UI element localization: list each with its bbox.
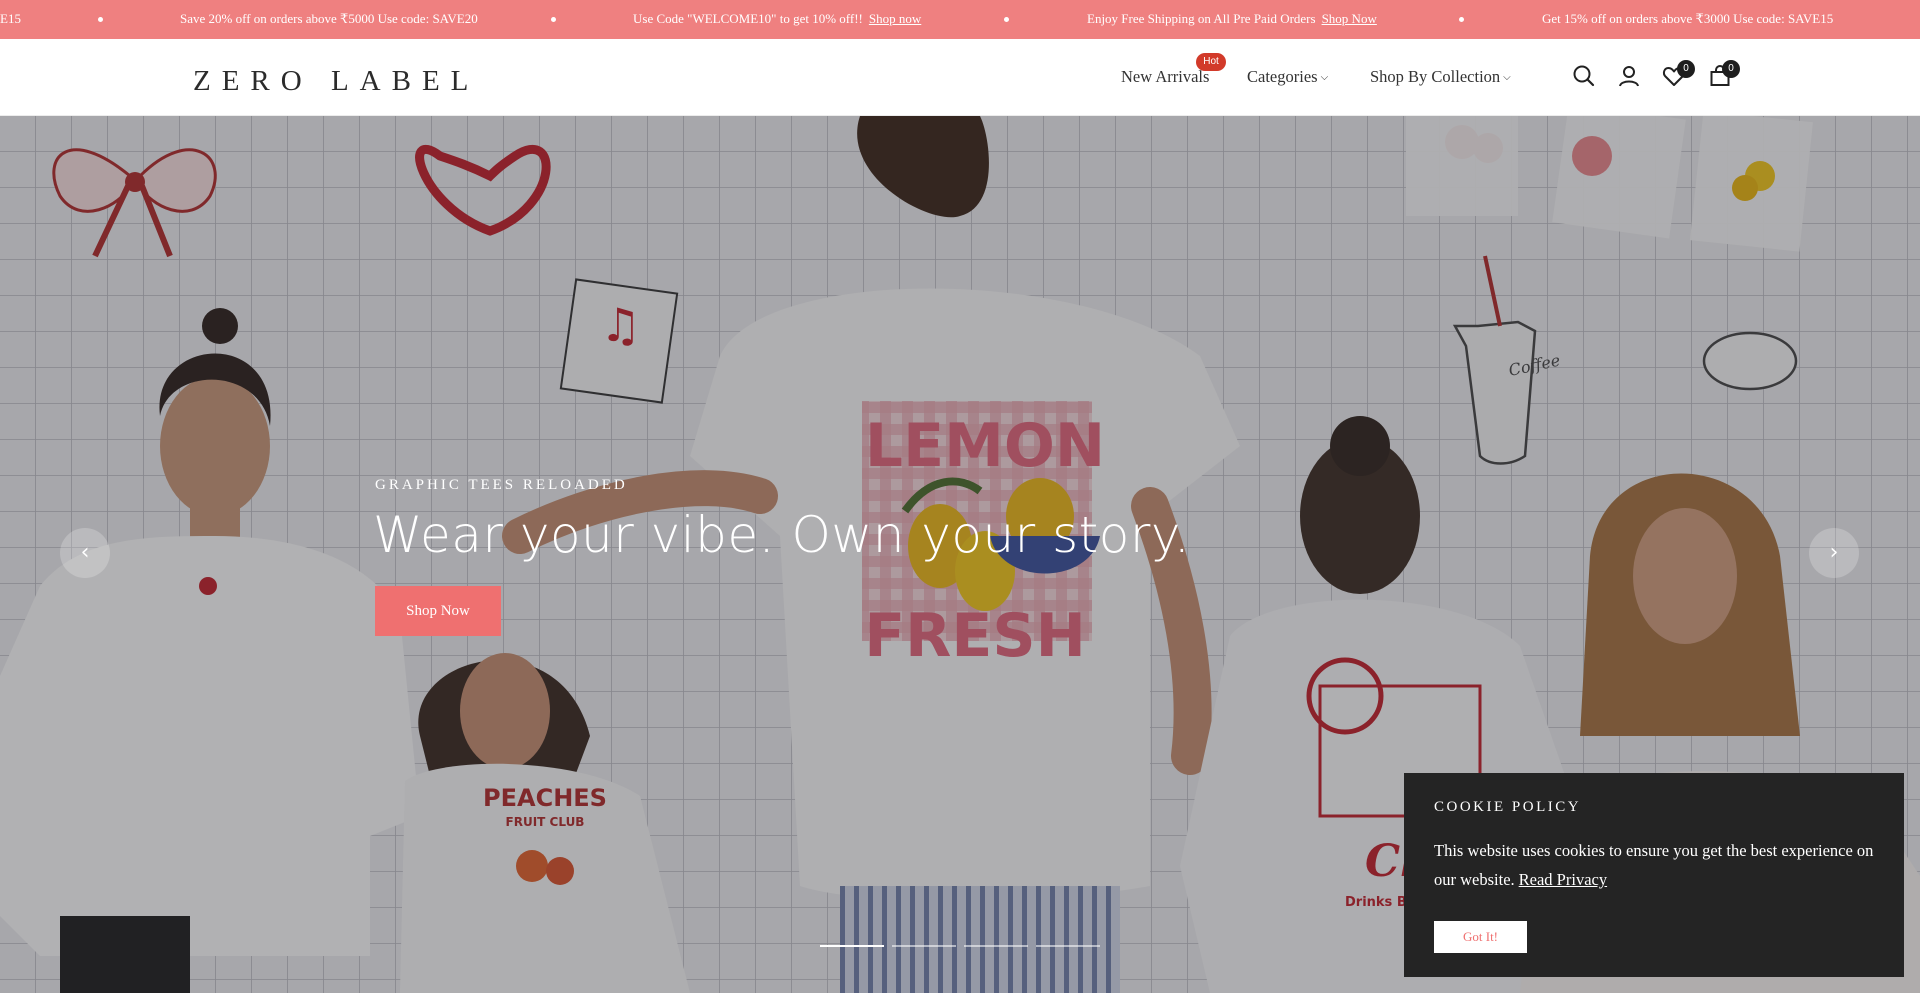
search-icon[interactable] (1571, 63, 1597, 89)
separator-dot (1004, 17, 1009, 22)
announcement-shop-link[interactable]: Shop Now (1322, 11, 1377, 26)
announcement-message: Use Code "WELCOME10" to get 10% off!! Sho… (633, 11, 922, 26)
cookie-accept-button[interactable]: Got It! (1434, 921, 1527, 953)
chevron-right-icon: › (1829, 540, 1839, 565)
nav-label: New Arrivals (1121, 67, 1210, 86)
wishlist-count-badge: 0 (1677, 60, 1695, 78)
nav-shop-by-collection[interactable]: Shop By Collection ⌵ (1370, 67, 1511, 87)
slide-indicator[interactable] (820, 945, 884, 947)
slider-prev-button[interactable]: ‹ (60, 528, 110, 578)
chevron-left-icon: ‹ (80, 540, 90, 565)
announcement-message: E15 (0, 11, 21, 26)
cart-count-badge: 0 (1722, 60, 1740, 78)
separator-dot (551, 17, 556, 22)
hot-badge: Hot (1196, 53, 1226, 71)
announcement-message: Get 15% off on orders above ₹3000 Use co… (1542, 11, 1834, 26)
slide-indicator[interactable] (964, 945, 1028, 947)
site-logo[interactable]: ZERO LABEL (193, 65, 479, 98)
read-privacy-link[interactable]: Read Privacy (1519, 870, 1607, 889)
nav-new-arrivals[interactable]: New Arrivals (1121, 67, 1209, 87)
account-icon[interactable] (1616, 63, 1642, 89)
cookie-message: This website uses cookies to ensure you … (1434, 841, 1874, 889)
announcement-message: Save 20% off on orders above ₹5000 Use c… (180, 11, 478, 26)
hero-headline: Wear your vibe. Own your story. (373, 506, 1191, 564)
cookie-title: COOKIE POLICY (1434, 799, 1582, 815)
nav-categories[interactable]: Categories ⌵ (1247, 67, 1328, 87)
hero-kicker: GRAPHIC TEES RELOADED (375, 477, 628, 493)
slide-indicator[interactable] (892, 945, 956, 947)
announcement-message: Enjoy Free Shipping on All Pre Paid Orde… (1087, 11, 1377, 26)
cookie-text: This website uses cookies to ensure you … (1434, 836, 1874, 894)
slider-next-button[interactable]: › (1809, 528, 1859, 578)
site-header: ZERO LABEL New Arrivals Hot Categories ⌵ … (0, 39, 1920, 116)
shop-now-button[interactable]: Shop Now (375, 586, 501, 636)
separator-dot (98, 17, 103, 22)
nav-label: Shop By Collection (1370, 67, 1501, 86)
separator-dot (1459, 17, 1464, 22)
announcement-shop-link[interactable]: Shop now (869, 11, 921, 26)
slide-indicator[interactable] (1036, 945, 1100, 947)
chevron-down-icon: ⌵ (1320, 72, 1329, 83)
announcement-bar: E15 Save 20% off on orders above ₹5000 U… (0, 0, 1920, 39)
cookie-banner: COOKIE POLICY This website uses cookies … (1404, 773, 1904, 977)
chevron-down-icon: ⌵ (1503, 72, 1511, 83)
nav-label: Categories (1247, 67, 1318, 86)
